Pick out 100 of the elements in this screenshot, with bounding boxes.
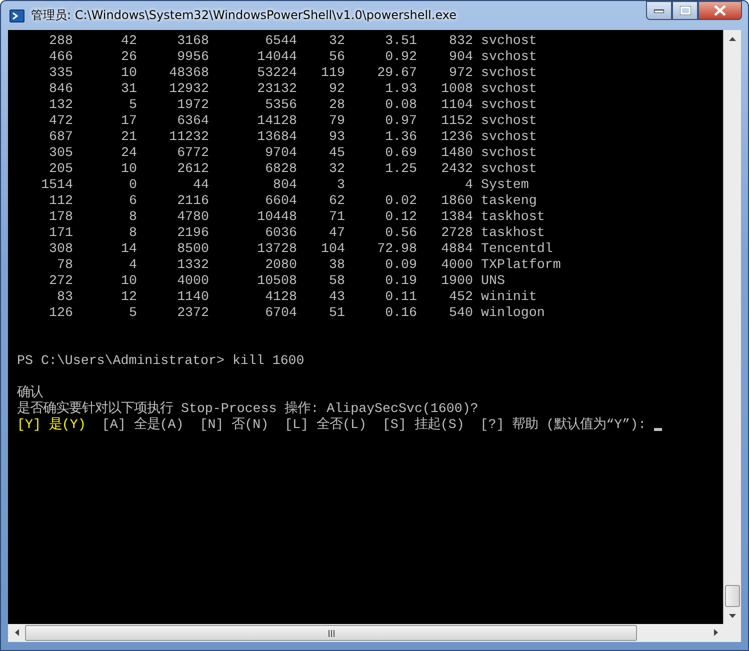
table-cell-text: 205 [48,161,73,177]
table-cell-text: 58 [328,273,345,289]
horizontal-scrollbar[interactable] [8,624,741,642]
table-cell-text: 32 [328,33,345,49]
table-cell-text: 119 [320,65,345,81]
table-cell-text: 272 [48,273,73,289]
table-cell-text: 6 [128,193,137,209]
table-cell-text: 1.25 [384,161,417,177]
scroll-left-icon[interactable] [14,629,18,636]
table-cell-text: 466 [48,49,73,65]
maximize-button[interactable] [672,1,698,20]
table-cell-text: 51 [328,305,345,321]
table-cell-text: 687 [48,129,73,145]
table-cell-text: 4 [464,177,473,193]
table-cell-text: 335 [48,65,73,81]
table-cell-text: 6828 [264,161,297,177]
table-cell-text: 112 [48,193,73,209]
scroll-down-icon[interactable] [729,614,736,618]
table-cell-text: 1236 [440,129,473,145]
vertical-scrollbar[interactable] [723,30,741,624]
table-cell-text: 126 [48,305,73,321]
table-cell-text: 1514 [40,177,73,193]
table-cell-text: 72.98 [376,241,417,257]
table-cell-text: 0.08 [384,97,417,113]
table-cell: wininit [481,289,537,305]
table-cell-text: 48368 [168,65,209,81]
scroll-thumb[interactable] [25,625,637,641]
table-cell-text: 2728 [440,225,473,241]
table-cell-text: 10508 [256,273,297,289]
table-cell-text: 3.51 [384,33,417,49]
table-cell-text: 10448 [256,209,297,225]
table-cell-text: 24 [120,145,137,161]
table-cell-text: 2196 [176,225,209,241]
table-cell-text: 83 [56,289,73,305]
close-button[interactable] [698,1,742,20]
table-cell-text: 4 [128,257,137,273]
table-cell-text: 472 [48,113,73,129]
choice-option: [S] 挂起(S) [382,417,464,433]
prompt-heading: 确认 [17,385,44,401]
table-cell-text: 1480 [440,145,473,161]
table-cell-text: 540 [448,305,473,321]
table-cell-text: 846 [48,81,73,97]
maximize-icon [680,6,690,15]
table-cell-text: 1860 [440,193,473,209]
table-cell-text: 308 [48,241,73,257]
table-cell-text: 1384 [440,209,473,225]
table-cell-text: 6604 [264,193,297,209]
table-cell-text: 4128 [264,289,297,305]
table-cell-text: 78 [56,257,73,273]
table-cell-text: 4000 [440,257,473,273]
table-cell-text: 23132 [256,81,297,97]
table-cell: svchost [481,65,537,81]
table-cell-text: 305 [48,145,73,161]
table-cell-text: 3168 [176,33,209,49]
table-cell-text: 45 [328,145,345,161]
powershell-icon [9,8,25,24]
scroll-up-icon[interactable] [729,36,736,40]
table-cell-text: 0.56 [384,225,417,241]
scroll-thumb[interactable] [725,585,740,607]
table-cell-text: 14044 [256,49,297,65]
table-cell-text: 56 [328,49,345,65]
minimize-button[interactable] [646,1,672,20]
scroll-right-icon[interactable] [714,629,718,636]
table-cell: svchost [481,33,537,49]
table-cell: svchost [481,113,537,129]
table-cell-text: 53224 [256,65,297,81]
choice-option: [Y] 是(Y) [17,417,86,433]
choice-option: [L] 全否(L) [284,417,366,433]
table-cell-text: 0.92 [384,49,417,65]
table-cell-text: 288 [48,33,73,49]
table-cell-text: 1.93 [384,81,417,97]
table-cell-text: 13728 [256,241,297,257]
table-cell-text: 8 [128,209,137,225]
table-cell-text: 31 [120,81,137,97]
table-cell: taskhost [481,225,545,241]
table-cell-text: 1152 [440,113,473,129]
table-cell-text: 5 [128,305,137,321]
table-cell: svchost [481,81,537,97]
table-cell-text: 0 [128,177,137,193]
table-cell-text: 6772 [176,145,209,161]
choice-option: [N] 否(N) [200,417,269,433]
table-cell-text: 1104 [440,97,473,113]
text-cursor [654,428,662,431]
table-cell-text: 452 [448,289,473,305]
table-cell: svchost [481,97,537,113]
table-cell-text: 0.12 [384,209,417,225]
table-cell-text: 43 [328,289,345,305]
table-cell-text: 10 [120,273,137,289]
command-line: PS C:\Users\Administrator> kill 1600 [17,353,306,369]
table-cell-text: 178 [48,209,73,225]
table-cell-text: 2372 [176,305,209,321]
window-title: 管理员: C:\Windows\System32\WindowsPowerShell\v1.0\powershell.exe [31,7,456,24]
table-cell: System [481,177,529,193]
table-cell-text: 17 [120,113,137,129]
table-cell-text: 12 [120,289,137,305]
prompt-message: 是否确实要针对以下项执行 Stop-Process 操作: AlipaySecSvc(1600)? [17,401,480,417]
table-cell: taskhost [481,209,545,225]
table-cell: taskeng [481,193,537,209]
table-cell: winlogon [481,305,545,321]
table-cell-text: 9956 [176,49,209,65]
